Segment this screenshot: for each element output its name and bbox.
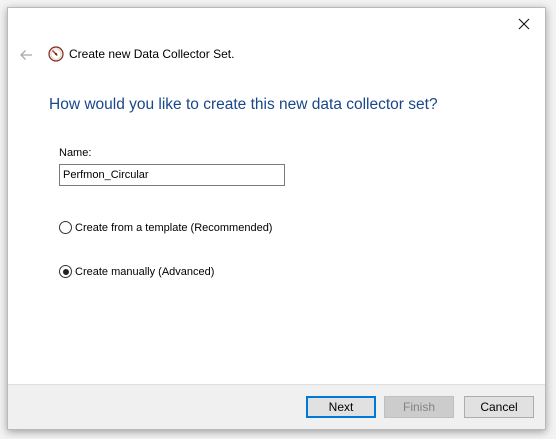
option-create-manually-label: Create manually (Advanced): [75, 265, 215, 278]
name-input[interactable]: [59, 164, 285, 186]
wizard-title: Create new Data Collector Set.: [69, 47, 235, 61]
button-bar: Next Finish Cancel: [8, 384, 545, 429]
next-button[interactable]: Next: [306, 396, 376, 418]
option-from-template-label: Create from a template (Recommended): [75, 221, 273, 234]
finish-button[interactable]: Finish: [384, 396, 454, 418]
back-button[interactable]: [16, 44, 36, 66]
radio-create-manually[interactable]: [59, 265, 72, 278]
back-arrow-icon: [20, 50, 32, 60]
close-button[interactable]: [509, 12, 539, 36]
close-icon: [518, 18, 530, 30]
page-heading: How would you like to create this new da…: [49, 96, 438, 113]
option-from-template[interactable]: Create from a template (Recommended): [59, 221, 272, 234]
cancel-button[interactable]: Cancel: [464, 396, 534, 418]
wizard-window: Create new Data Collector Set. How would…: [7, 7, 546, 430]
name-label: Name:: [59, 147, 92, 159]
radio-from-template[interactable]: [59, 221, 72, 234]
perfmon-icon: [48, 46, 64, 62]
option-create-manually[interactable]: Create manually (Advanced): [59, 265, 214, 278]
